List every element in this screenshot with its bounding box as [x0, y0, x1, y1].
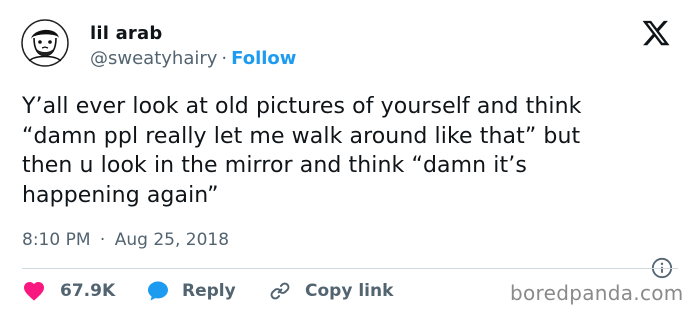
reply-bubble-icon	[148, 281, 168, 301]
avatar[interactable]	[21, 19, 69, 67]
copy-link-label: Copy link	[305, 281, 394, 301]
tweet-timestamp[interactable]: 8:10 PM · Aug 25, 2018	[22, 229, 229, 251]
tweet-time: 8:10 PM	[22, 230, 91, 250]
x-logo-icon[interactable]	[641, 18, 671, 48]
like-count: 67.9K	[60, 281, 116, 301]
divider	[22, 268, 678, 269]
like-button[interactable]: 67.9K	[22, 279, 146, 303]
handle-separator: ·	[221, 48, 228, 69]
watermark: boredpanda.com	[510, 281, 684, 305]
copy-link-button[interactable]: Copy link	[269, 280, 393, 302]
action-bar: 67.9K Reply Copy link	[22, 277, 393, 305]
reply-button[interactable]: Reply	[146, 279, 269, 303]
reply-label: Reply	[182, 281, 236, 301]
link-icon	[270, 282, 290, 300]
follow-button[interactable]: Follow	[231, 48, 296, 69]
heart-icon	[24, 282, 44, 301]
tweet-date: Aug 25, 2018	[114, 230, 230, 250]
author-handle-row: @sweatyhairy · Follow	[90, 47, 296, 71]
tweet-text: Y’all ever look at old pictures of yours…	[22, 94, 582, 208]
author-handle[interactable]: @sweatyhairy	[90, 48, 217, 69]
author-display-name[interactable]: lil arab	[90, 22, 162, 46]
timestamp-separator: ·	[99, 230, 106, 250]
avatar-sketch-icon	[21, 19, 69, 67]
